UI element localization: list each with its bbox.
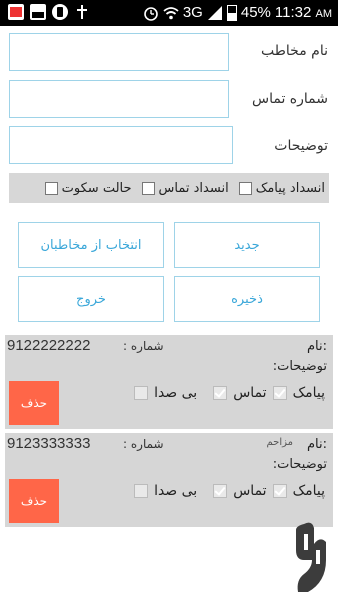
contact-name-label: نام مخاطب: [261, 43, 328, 59]
battery-percent: 45%: [240, 4, 271, 21]
block-sms-option[interactable]: انسداد پیامک: [238, 180, 325, 196]
wifi-icon: [163, 6, 179, 19]
store-logo-icon: [296, 522, 326, 592]
description-input[interactable]: [9, 126, 233, 164]
notification-icons: [8, 4, 90, 20]
usb-icon: [74, 4, 90, 20]
description-label: توضیحات: [274, 138, 328, 154]
delete-button[interactable]: حذف: [9, 381, 59, 425]
battery-icon: [226, 4, 237, 21]
mute-label: بی صدا: [154, 483, 198, 499]
exit-button[interactable]: خروج: [18, 276, 164, 322]
contact-name-value: مزاحم: [266, 437, 294, 448]
contact-options: پیامک تماس بی صدا: [134, 483, 325, 499]
network-type: 3G: [182, 4, 203, 21]
sms-checkbox[interactable]: [272, 484, 287, 498]
shield-icon: [52, 4, 68, 20]
call-label: تماس: [233, 385, 267, 401]
contact-card: نام: مزاحم شماره : 9123333333 توضیحات: پ…: [5, 433, 333, 527]
clock: 11:32 AM: [275, 4, 332, 21]
block-call-option[interactable]: انسداد تماس: [141, 180, 229, 196]
delete-button[interactable]: حذف: [9, 479, 59, 523]
contact-name-label: نام:: [306, 437, 327, 452]
signal-icon: [207, 5, 222, 20]
call-label: تماس: [233, 483, 267, 499]
gallery-icon: [30, 4, 46, 20]
silent-mode-option[interactable]: حالت سکوت: [44, 180, 132, 196]
save-button[interactable]: ذخیره: [174, 276, 320, 322]
block-call-checkbox[interactable]: [141, 181, 155, 195]
sms-label: پیامک: [292, 483, 325, 499]
contact-options: پیامک تماس بی صدا: [134, 385, 325, 401]
status-indicators: 3G 45% 11:32 AM: [143, 4, 332, 21]
silent-mode-checkbox[interactable]: [44, 181, 58, 195]
mute-checkbox[interactable]: [134, 484, 149, 498]
contact-description-label: توضیحات:: [272, 359, 327, 374]
call-checkbox[interactable]: [213, 484, 228, 498]
contact-number-label: شماره :: [123, 437, 164, 451]
choose-contacts-button[interactable]: انتخاب از مخاطبان: [18, 222, 164, 268]
silent-mode-label: حالت سکوت: [61, 180, 132, 196]
status-bar: 3G 45% 11:32 AM: [0, 0, 338, 26]
sms-label: پیامک: [292, 385, 325, 401]
contact-card: نام: شماره : 9122222222 توضیحات: پیامک ت…: [5, 335, 333, 429]
alarm-icon: [144, 6, 158, 21]
call-checkbox[interactable]: [213, 386, 228, 400]
sms-checkbox[interactable]: [272, 386, 287, 400]
contact-description-label: توضیحات:: [272, 457, 327, 472]
block-sms-label: انسداد پیامک: [255, 180, 325, 196]
app-notification-icon: [8, 4, 24, 20]
contact-number-input[interactable]: [9, 80, 229, 118]
contact-number-label: شماره تماس: [252, 91, 328, 107]
block-call-label: انسداد تماس: [158, 180, 229, 196]
new-button[interactable]: جدید: [174, 222, 320, 268]
clock-ampm: AM: [315, 8, 333, 20]
contact-number-label: شماره :: [123, 339, 164, 353]
contact-number-value: 9122222222: [7, 337, 91, 354]
contact-name-input[interactable]: [9, 33, 229, 71]
block-options-bar: انسداد پیامک انسداد تماس حالت سکوت: [9, 173, 329, 203]
block-sms-checkbox[interactable]: [238, 181, 252, 195]
clock-time: 11:32: [274, 4, 312, 21]
mute-label: بی صدا: [154, 385, 198, 401]
contact-number-value: 9123333333: [7, 435, 91, 452]
mute-checkbox[interactable]: [134, 386, 149, 400]
battery-fill: [227, 13, 236, 20]
contact-name-label: نام:: [306, 339, 327, 354]
